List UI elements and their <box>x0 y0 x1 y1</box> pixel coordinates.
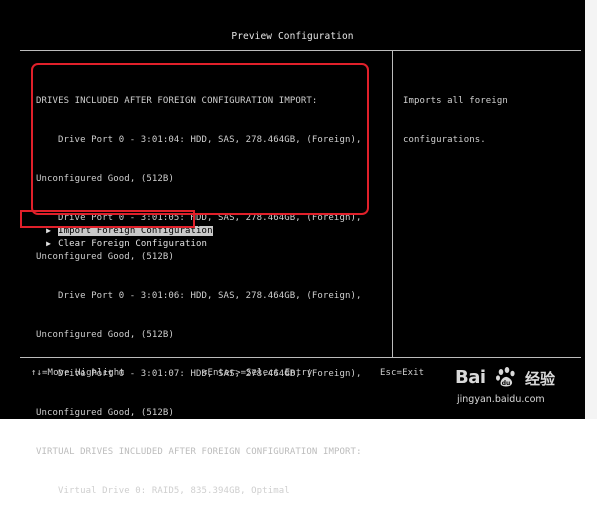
vertical-divider <box>392 51 393 357</box>
page-title: Preview Configuration <box>231 31 354 42</box>
top-divider <box>20 50 581 51</box>
baidu-watermark: Bai du 经验 jingyan.baidu.com <box>455 367 585 413</box>
highlight-box-drives <box>31 63 369 215</box>
watermark-url: jingyan.baidu.com <box>457 394 545 405</box>
virtual-drives-header: VIRTUAL DRIVES INCLUDED AFTER FOREIGN CO… <box>36 447 362 457</box>
paw-icon-du-text: du <box>502 380 511 387</box>
help-panel: Imports all foreign configurations. <box>403 69 508 173</box>
drive-entry-line2: Unconfigured Good, (512B) <box>36 408 174 418</box>
footer-move-hint: ↑↓=Move Highlight <box>31 368 125 378</box>
help-line: configurations. <box>403 135 486 145</box>
drive-entry-line2: Unconfigured Good, (512B) <box>36 330 174 340</box>
screen-edge <box>585 0 597 419</box>
watermark-brand: Bai <box>455 367 486 388</box>
footer-exit-hint: Esc=Exit <box>380 368 425 378</box>
virtual-drive-entry: Virtual Drive 0: RAID5, 835.394GB, Optim… <box>58 486 290 496</box>
paw-icon: du <box>496 367 515 387</box>
watermark-cn: 经验 <box>525 370 556 388</box>
clear-foreign-config-label: Clear Foreign Configuration <box>58 239 208 249</box>
triangle-right-icon: ▶ <box>46 239 51 248</box>
bios-screen: Preview Configuration DRIVES INCLUDED AF… <box>0 0 585 496</box>
clear-foreign-config-item[interactable]: ▶ Clear Foreign Configuration <box>24 224 207 264</box>
footer-select-hint: <Enter>=Select Entry <box>202 368 313 378</box>
help-line: Imports all foreign <box>403 96 508 106</box>
drive-entry-line1: Drive Port 0 - 3:01:06: HDD, SAS, 278.46… <box>58 291 362 301</box>
